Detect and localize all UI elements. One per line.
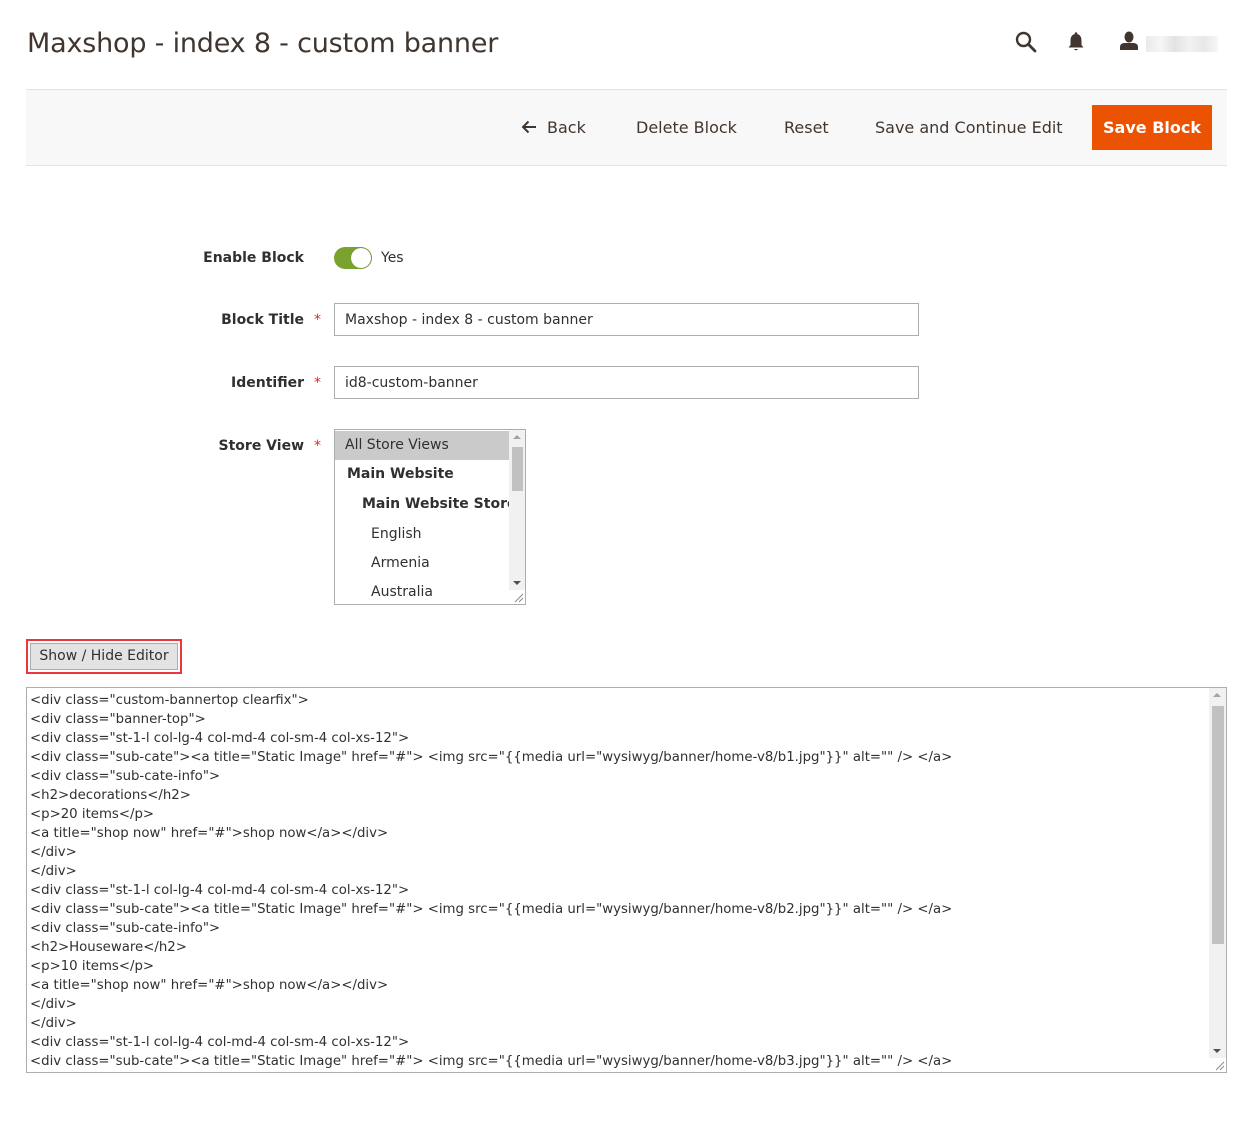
required-marker: * (314, 438, 321, 454)
scrollbar[interactable] (1209, 688, 1226, 1058)
store-view-option[interactable]: All Store Views (335, 431, 509, 460)
bell-icon[interactable] (1066, 30, 1086, 54)
store-view-label: Store View (218, 438, 304, 454)
content-line: <p>20 items</p> (30, 807, 155, 822)
save-and-continue-button[interactable]: Save and Continue Edit (875, 90, 1063, 165)
content-line: <a title="shop now" href="#">shop now</a… (30, 826, 389, 841)
content-line: <div class="sub-cate"><a title="Static I… (30, 750, 953, 765)
content-line: <h2>Houseware</h2> (30, 940, 187, 955)
content-line: <div class="st-1-l col-lg-4 col-md-4 col… (30, 883, 410, 898)
page-title: Maxshop - index 8 - custom banner (27, 28, 499, 59)
show-hide-editor-button[interactable]: Show / Hide Editor (26, 639, 182, 674)
resize-grip-icon[interactable] (512, 591, 524, 603)
content-line: <div class="banner-top"> (30, 712, 206, 727)
identifier-label: Identifier (231, 375, 304, 391)
scrollbar-thumb[interactable] (1212, 706, 1224, 944)
store-view-option[interactable]: English (335, 520, 509, 549)
scrollbar[interactable] (509, 430, 525, 590)
enable-block-label: Enable Block (203, 250, 304, 266)
toggle-knob (351, 248, 371, 268)
store-view-group: Main Website Store (362, 496, 517, 512)
scroll-up-icon[interactable] (1209, 688, 1226, 702)
user-name-redacted[interactable] (1146, 36, 1218, 52)
required-marker: * (314, 312, 321, 328)
content-line: </div> (30, 845, 77, 860)
delete-block-button[interactable]: Delete Block (636, 90, 737, 165)
show-hide-editor-label: Show / Hide Editor (30, 643, 178, 670)
content-line: <p>10 items</p> (30, 959, 155, 974)
required-marker: * (314, 375, 321, 391)
block-title-label: Block Title (221, 312, 304, 328)
content-line: <div class="st-1-l col-lg-4 col-md-4 col… (30, 1035, 410, 1050)
content-line: <h2>decorations</h2> (30, 788, 191, 803)
reset-button[interactable]: Reset (784, 90, 829, 165)
scrollbar-thumb[interactable] (512, 447, 523, 491)
content-line: </div> (30, 1016, 77, 1031)
store-view-option[interactable]: Australia (335, 578, 509, 604)
header-actions (1014, 30, 1219, 56)
back-label: Back (547, 118, 586, 137)
content-lines: <div class="custom-bannertop clearfix"> <… (30, 691, 1208, 1071)
page-actions-toolbar: Back Delete Block Reset Save and Continu… (26, 89, 1227, 166)
content-line: </div> (30, 864, 77, 879)
store-view-option[interactable]: Armenia (335, 549, 509, 578)
user-icon[interactable] (1118, 30, 1140, 54)
block-title-input[interactable] (334, 303, 919, 336)
enable-block-toggle[interactable] (334, 247, 372, 269)
content-line: </div> (30, 997, 77, 1012)
back-button[interactable]: Back (521, 90, 586, 165)
arrow-left-icon (521, 120, 536, 133)
enable-block-value: Yes (381, 250, 404, 266)
scroll-down-icon[interactable] (509, 576, 525, 590)
content-line: <a title="shop now" href="#">shop now</a… (30, 978, 389, 993)
content-line: <div class="sub-cate-info"> (30, 921, 221, 936)
content-line: <div class="custom-bannertop clearfix"> (30, 693, 309, 708)
resize-grip-icon[interactable] (1213, 1059, 1225, 1071)
scroll-up-icon[interactable] (509, 430, 525, 444)
scroll-down-icon[interactable] (1209, 1044, 1226, 1058)
content-line: <div class="st-1-l col-lg-4 col-md-4 col… (30, 731, 410, 746)
store-view-group: Main Website (347, 466, 454, 482)
store-view-multiselect[interactable]: All Store Views Main Website Main Websit… (334, 429, 526, 605)
save-block-button[interactable]: Save Block (1092, 105, 1212, 150)
content-line: <div class="sub-cate-info"> (30, 769, 221, 784)
content-line: <div class="sub-cate"><a title="Static I… (30, 902, 953, 917)
search-icon[interactable] (1014, 30, 1038, 54)
content-line: <div class="sub-cate"><a title="Static I… (30, 1054, 953, 1069)
content-textarea[interactable]: <div class="custom-bannertop clearfix"> <… (26, 687, 1227, 1073)
identifier-input[interactable] (334, 366, 919, 399)
